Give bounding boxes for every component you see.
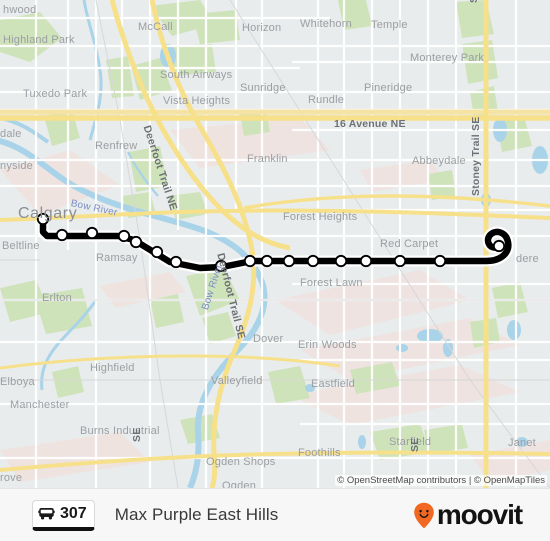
route-stop-6[interactable] bbox=[169, 255, 183, 269]
route-stop-12[interactable] bbox=[334, 254, 348, 268]
route-title-text: Max Purple East Hills bbox=[114, 505, 279, 524]
map-canvas[interactable]: hwood Highland Park McCall Horizon Whitehorn… bbox=[0, 0, 550, 488]
map-attribution: © OpenStreetMap contributors | © OpenMap… bbox=[335, 475, 547, 486]
route-stop-0[interactable] bbox=[36, 212, 50, 226]
route-stop-5[interactable] bbox=[150, 245, 164, 259]
route-stop-11[interactable] bbox=[306, 254, 320, 268]
route-stop-14[interactable] bbox=[393, 254, 407, 268]
route-stop-8[interactable] bbox=[243, 254, 257, 268]
route-number-badge[interactable]: 307 bbox=[32, 499, 95, 531]
route-stop-9[interactable] bbox=[260, 254, 274, 268]
route-stop-3[interactable] bbox=[117, 229, 131, 243]
transit-route-map-page: hwood Highland Park McCall Horizon Whitehorn… bbox=[0, 0, 550, 541]
route-stop-10[interactable] bbox=[282, 254, 296, 268]
route-footer-bar: 307 Max Purple East Hills moovit bbox=[0, 488, 550, 541]
moovit-pin-icon bbox=[414, 502, 434, 528]
route-stop-2[interactable] bbox=[85, 226, 99, 240]
bus-icon bbox=[38, 507, 55, 520]
route-stop-4[interactable] bbox=[129, 235, 143, 249]
moovit-logo[interactable]: moovit bbox=[413, 499, 523, 530]
route-stop-15[interactable] bbox=[433, 254, 447, 268]
moovit-wordmark: moovit bbox=[436, 499, 523, 530]
route-stop-13[interactable] bbox=[359, 254, 373, 268]
route-number-text: 307 bbox=[60, 504, 87, 522]
route-stop-1[interactable] bbox=[55, 228, 69, 242]
route-stop-16[interactable] bbox=[492, 239, 506, 253]
map-vector-layer bbox=[0, 0, 550, 488]
route-stop-7[interactable] bbox=[214, 259, 228, 273]
